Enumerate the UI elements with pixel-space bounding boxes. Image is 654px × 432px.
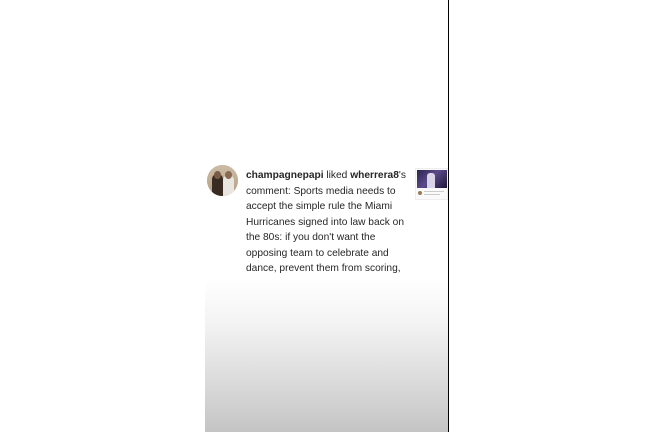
action-text: liked <box>323 170 351 181</box>
post-thumbnail[interactable] <box>415 168 448 200</box>
thumbnail-image <box>417 170 447 188</box>
thumbnail-text-line <box>424 194 440 195</box>
activity-notification[interactable]: champagnepapi liked wherrera8's comment:… <box>205 160 448 305</box>
thumbnail-text-line <box>424 191 444 192</box>
thumbnail-avatar-icon <box>418 191 422 195</box>
target-username-link[interactable]: wherrera8 <box>350 170 399 181</box>
avatar-head-right <box>225 171 232 179</box>
avatar-head-left <box>214 171 221 179</box>
bottom-gradient-overlay <box>205 278 448 432</box>
username-link[interactable]: champagnepapi <box>246 170 324 181</box>
story-panel: champagnepapi liked wherrera8's comment:… <box>205 0 448 432</box>
thumbnail-figure <box>427 173 435 188</box>
frame-border <box>448 0 449 432</box>
avatar[interactable] <box>207 165 238 196</box>
